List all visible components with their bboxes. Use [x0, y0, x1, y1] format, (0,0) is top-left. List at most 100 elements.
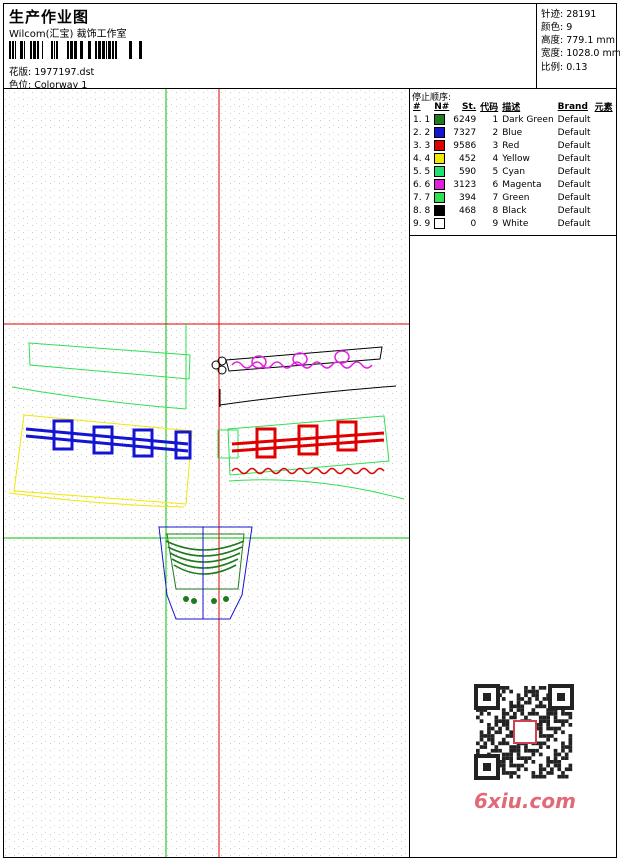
thread-row: 3. 3 9586 3 Red Default — [411, 139, 615, 152]
thread-row: 5. 5 590 5 Cyan Default — [411, 165, 615, 178]
thread-code: 8 — [492, 205, 499, 216]
thread-brand: Default — [557, 153, 591, 164]
watermark: 6xiu.com — [474, 789, 576, 813]
thread-index: 3. 3 — [413, 140, 431, 151]
design-height: 高度: 779.1 mm — [541, 35, 615, 46]
thread-stitches: 3123 — [453, 179, 477, 190]
color-swatch — [434, 166, 446, 177]
color-swatch — [434, 114, 446, 125]
color-swatch — [434, 153, 446, 164]
thread-element — [593, 217, 615, 230]
thread-stitches: 0 — [470, 218, 477, 229]
thread-element — [593, 204, 615, 217]
thread-element — [593, 191, 615, 204]
thread-swatch-cell — [432, 165, 451, 178]
thread-stitches: 394 — [458, 192, 477, 203]
thread-brand: Default — [557, 179, 591, 190]
thread-brand: Default — [557, 166, 591, 177]
thread-row: 1. 1 6249 1 Dark Green Default — [411, 113, 615, 126]
thread-description: Green — [502, 192, 530, 203]
thread-code: 4 — [492, 153, 499, 164]
thread-element — [593, 139, 615, 152]
thread-element — [593, 165, 615, 178]
thread-stitches: 9586 — [453, 140, 477, 151]
thread-code: 6 — [492, 179, 499, 190]
thread-code: 1 — [492, 114, 499, 125]
thread-element — [593, 113, 615, 126]
color-swatch — [434, 179, 446, 190]
thread-sequence-legend: 停止顺序: # N# St. 代码 描述 Brand 元素 1. 1 6249 1 D… — [410, 89, 617, 236]
thread-stitches: 7327 — [453, 127, 477, 138]
design-canvas[interactable] — [4, 89, 409, 857]
thread-code: 9 — [492, 218, 499, 229]
thread-row: 2. 2 7327 2 Blue Default — [411, 126, 615, 139]
color-swatch — [434, 205, 446, 216]
color-swatch — [434, 140, 446, 151]
thread-swatch-cell — [432, 217, 451, 230]
thread-swatch-cell — [432, 139, 451, 152]
thread-brand: Default — [557, 114, 591, 125]
thread-row: 7. 7 394 7 Green Default — [411, 191, 615, 204]
col-description: 描述 — [502, 103, 521, 113]
thread-brand: Default — [557, 205, 591, 216]
thread-description: White — [502, 218, 529, 229]
thread-stitches: 590 — [458, 166, 477, 177]
stitch-count: 针迹: 28191 — [541, 9, 597, 20]
company-name: Wilcom(汇宝) 裁饰工作室 — [9, 29, 127, 40]
thread-code: 5 — [492, 166, 499, 177]
design-drawing — [4, 89, 409, 857]
thread-description: Yellow — [502, 153, 530, 164]
thread-code: 3 — [492, 140, 499, 151]
thread-description: Blue — [502, 127, 523, 138]
col-brand: Brand — [557, 101, 588, 112]
thread-index: 2. 2 — [413, 127, 431, 138]
thread-row: 8. 8 468 8 Black Default — [411, 204, 615, 217]
thread-swatch-cell — [432, 152, 451, 165]
col-stitches: St. — [461, 101, 477, 112]
thread-brand: Default — [557, 218, 591, 229]
thread-element — [593, 152, 615, 165]
thread-code: 2 — [492, 127, 499, 138]
col-element: 元素 — [594, 103, 613, 113]
thread-index: 9. 9 — [413, 218, 431, 229]
thread-swatch-cell — [432, 178, 451, 191]
barcode-image — [9, 41, 142, 59]
thread-index: 8. 8 — [413, 205, 431, 216]
thread-row: 4. 4 452 4 Yellow Default — [411, 152, 615, 165]
thread-description: Black — [502, 205, 527, 216]
col-needle: N# — [434, 101, 450, 112]
thread-brand: Default — [557, 127, 591, 138]
color-swatch — [434, 127, 446, 138]
thread-index: 5. 5 — [413, 166, 431, 177]
thread-index: 6. 6 — [413, 179, 431, 190]
thread-element — [593, 126, 615, 139]
thread-swatch-cell — [432, 191, 451, 204]
thread-brand: Default — [557, 192, 591, 203]
thread-row: 6. 6 3123 6 Magenta Default — [411, 178, 615, 191]
thread-swatch-cell — [432, 204, 451, 217]
stats-panel: 针迹: 28191 颜色: 9 高度: 779.1 mm 宽度: 1028.0 … — [536, 3, 620, 88]
thread-description: Cyan — [502, 166, 526, 177]
thread-table-header: # N# St. 代码 描述 Brand 元素 — [411, 100, 615, 114]
qr-code-image — [472, 683, 576, 783]
thread-index: 4. 4 — [413, 153, 431, 164]
header: 生产作业图 Wilcom(汇宝) 裁饰工作室 花版: 1977197.dst 色… — [3, 3, 620, 91]
thread-stitches: 6249 — [453, 114, 477, 125]
thread-description: Magenta — [502, 179, 542, 190]
color-count: 颜色: 9 — [541, 22, 573, 33]
thread-index: 1. 1 — [413, 114, 431, 125]
thread-code: 7 — [492, 192, 499, 203]
thread-stitches: 468 — [458, 205, 477, 216]
page-title: 生产作业图 — [9, 8, 90, 26]
thread-element — [593, 178, 615, 191]
thread-swatch-cell — [432, 113, 451, 126]
design-scale: 比例: 0.13 — [541, 62, 588, 73]
thread-stitches: 452 — [458, 153, 477, 164]
thread-table: # N# St. 代码 描述 Brand 元素 1. 1 6249 1 Dark Gr… — [411, 100, 615, 230]
thread-row: 9. 9 0 9 White Default — [411, 217, 615, 230]
col-code: 代码 — [480, 103, 499, 113]
col-index: # — [413, 101, 421, 112]
design-file-label: 花版: 1977197.dst — [9, 67, 95, 78]
color-swatch — [434, 218, 446, 229]
thread-index: 7. 7 — [413, 192, 431, 203]
